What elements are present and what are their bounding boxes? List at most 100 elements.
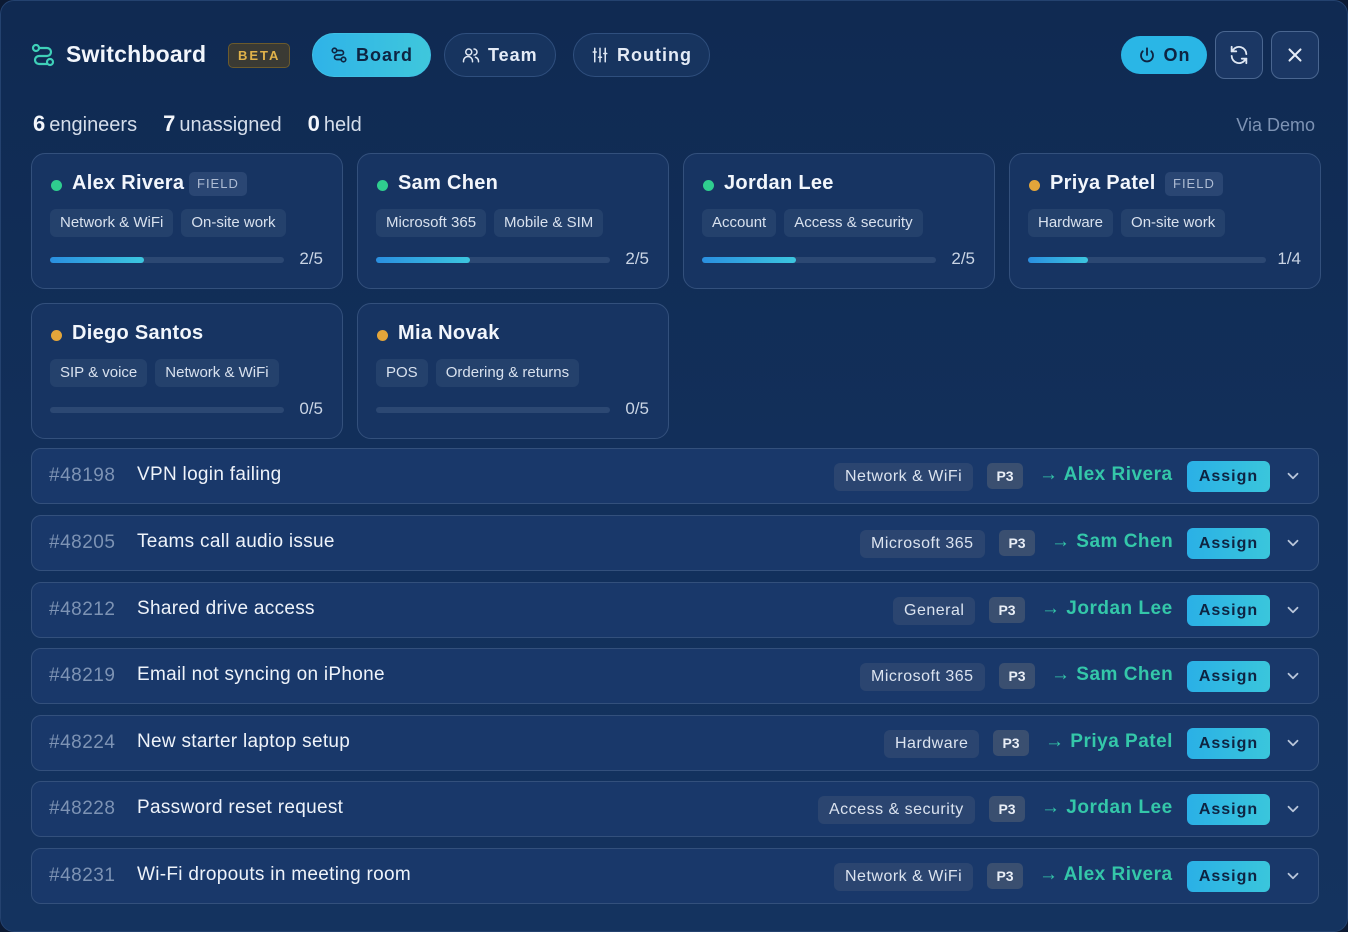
chevron-down-icon[interactable] bbox=[1284, 800, 1302, 818]
engineer-name: Mia Novak bbox=[398, 322, 500, 344]
load-bar-fill bbox=[1028, 257, 1088, 263]
switchboard-window: Switchboard BETA Board Team Routing On 6… bbox=[0, 0, 1348, 932]
chevron-down-icon[interactable] bbox=[1284, 601, 1302, 619]
assign-button[interactable]: Assign bbox=[1187, 661, 1270, 692]
close-icon bbox=[1288, 48, 1302, 62]
unassigned-label: unassigned bbox=[179, 114, 282, 136]
assign-button[interactable]: Assign bbox=[1187, 794, 1270, 825]
skill-chip: Hardware bbox=[1028, 209, 1114, 237]
engineer-name: Alex Rivera bbox=[72, 172, 185, 194]
suggested-assignee[interactable]: → Alex Rivera bbox=[1039, 864, 1173, 886]
priority-badge: P3 bbox=[987, 863, 1023, 889]
skill-chip: Access & security bbox=[784, 209, 923, 237]
ticket-row[interactable]: #48219 Email not syncing on iPhone Microso… bbox=[31, 648, 1319, 704]
app-title: Switchboard bbox=[66, 41, 207, 67]
suggested-assignee[interactable]: → Jordan Lee bbox=[1041, 598, 1173, 620]
ticket-row[interactable]: #48231 Wi-Fi dropouts in meeting room Netw… bbox=[31, 848, 1319, 904]
engineer-name: Sam Chen bbox=[398, 172, 499, 194]
board-icon bbox=[331, 47, 347, 63]
engineer-card[interactable]: Sam Chen Microsoft 365 Mobile & SIM 2/5 bbox=[357, 153, 669, 289]
assign-button[interactable]: Assign bbox=[1187, 728, 1270, 759]
held-summary: 0 held bbox=[308, 111, 362, 137]
ticket-id: #48231 bbox=[49, 865, 116, 886]
assign-button[interactable]: Assign bbox=[1187, 861, 1270, 892]
load-count: 2/5 bbox=[951, 249, 975, 268]
priority-badge: P3 bbox=[999, 663, 1035, 689]
skill-list: POS Ordering & returns bbox=[376, 359, 580, 387]
suggested-assignee[interactable]: → Jordan Lee bbox=[1041, 797, 1173, 819]
ticket-subject: Shared drive access bbox=[137, 598, 315, 619]
engineer-card[interactable]: Diego Santos SIP & voice Network & WiFi 0/5 bbox=[31, 303, 343, 439]
chevron-down-icon[interactable] bbox=[1284, 667, 1302, 685]
load-bar-fill bbox=[376, 257, 470, 263]
engineer-card[interactable]: Alex Rivera FIELD Network & WiFi On-site wo… bbox=[31, 153, 343, 289]
skill-chip: SIP & voice bbox=[50, 359, 148, 387]
close-button[interactable] bbox=[1271, 31, 1319, 79]
chevron-down-icon[interactable] bbox=[1284, 867, 1302, 885]
engineer-card[interactable]: Mia Novak POS Ordering & returns 0/5 bbox=[357, 303, 669, 439]
skill-chip: Account bbox=[702, 209, 777, 237]
status-dot bbox=[51, 180, 62, 191]
chevron-down-icon[interactable] bbox=[1284, 534, 1302, 552]
assign-button[interactable]: Assign bbox=[1187, 461, 1270, 492]
skill-list: SIP & voice Network & WiFi bbox=[50, 359, 279, 387]
priority-badge: P3 bbox=[989, 796, 1025, 822]
load-bar bbox=[376, 257, 610, 263]
ticket-id: #48212 bbox=[49, 599, 116, 620]
category-chip: Network & WiFi bbox=[834, 863, 974, 891]
ticket-id: #48198 bbox=[49, 465, 116, 486]
chevron-down-icon[interactable] bbox=[1284, 734, 1302, 752]
ticket-row[interactable]: #48228 Password reset request Access & sec… bbox=[31, 781, 1319, 837]
load-bar bbox=[376, 407, 610, 413]
suggested-assignee[interactable]: → Alex Rivera bbox=[1039, 464, 1173, 486]
engineer-card[interactable]: Priya Patel FIELD Hardware On-site work 1/4 bbox=[1009, 153, 1321, 289]
priority-badge: P3 bbox=[987, 463, 1023, 489]
tab-routing[interactable]: Routing bbox=[573, 33, 710, 77]
skill-chip: POS bbox=[376, 359, 428, 387]
tab-team[interactable]: Team bbox=[444, 33, 556, 77]
priority-badge: P3 bbox=[999, 530, 1035, 556]
field-badge: FIELD bbox=[1165, 172, 1223, 196]
category-chip: Hardware bbox=[884, 730, 980, 758]
refresh-button[interactable] bbox=[1215, 31, 1263, 79]
ticket-row[interactable]: #48198 VPN login failing Network & WiFi P3 →… bbox=[31, 448, 1319, 504]
held-label: held bbox=[323, 114, 362, 136]
load-bar bbox=[50, 257, 284, 263]
switchboard-logo-icon bbox=[31, 43, 55, 67]
tab-routing-label: Routing bbox=[617, 44, 692, 65]
assign-button[interactable]: Assign bbox=[1187, 595, 1270, 626]
sliders-icon bbox=[592, 47, 608, 63]
tab-board-label: Board bbox=[356, 44, 414, 65]
skill-list: Network & WiFi On-site work bbox=[50, 209, 286, 237]
load-count: 0/5 bbox=[625, 399, 649, 418]
suggested-assignee[interactable]: → Priya Patel bbox=[1045, 731, 1173, 753]
ticket-subject: Password reset request bbox=[137, 797, 344, 818]
power-toggle-button[interactable]: On bbox=[1121, 36, 1207, 74]
assign-button[interactable]: Assign bbox=[1187, 528, 1270, 559]
ticket-row[interactable]: #48224 New starter laptop setup Hardware P3… bbox=[31, 715, 1319, 771]
ticket-id: #48219 bbox=[49, 665, 116, 686]
ticket-subject: Email not syncing on iPhone bbox=[137, 664, 385, 685]
ticket-subject: VPN login failing bbox=[137, 464, 282, 485]
engineers-label: engineers bbox=[49, 114, 138, 136]
status-dot bbox=[51, 330, 62, 341]
suggested-assignee[interactable]: → Sam Chen bbox=[1051, 531, 1173, 553]
tab-team-label: Team bbox=[488, 44, 538, 65]
ticket-row[interactable]: #48205 Teams call audio issue Microsoft 36… bbox=[31, 515, 1319, 571]
category-chip: Access & security bbox=[818, 796, 975, 824]
ticket-row[interactable]: #48212 Shared drive access General P3 → Jord… bbox=[31, 582, 1319, 638]
load-count: 2/5 bbox=[625, 249, 649, 268]
header: Switchboard BETA Board Team Routing On bbox=[31, 31, 1319, 79]
tab-board[interactable]: Board bbox=[312, 33, 432, 77]
load-bar bbox=[702, 257, 936, 263]
chevron-down-icon[interactable] bbox=[1284, 467, 1302, 485]
load-bar bbox=[50, 407, 284, 413]
engineer-card[interactable]: Jordan Lee Account Access & security 2/5 bbox=[683, 153, 995, 289]
skill-chip: Network & WiFi bbox=[50, 209, 174, 237]
engineers-summary: 6 engineers bbox=[33, 111, 137, 137]
suggested-assignee[interactable]: → Sam Chen bbox=[1051, 664, 1173, 686]
skill-chip: On-site work bbox=[181, 209, 286, 237]
ticket-subject: Teams call audio issue bbox=[137, 531, 335, 552]
load-bar-fill bbox=[702, 257, 796, 263]
ticket-subject: Wi-Fi dropouts in meeting room bbox=[137, 864, 412, 885]
